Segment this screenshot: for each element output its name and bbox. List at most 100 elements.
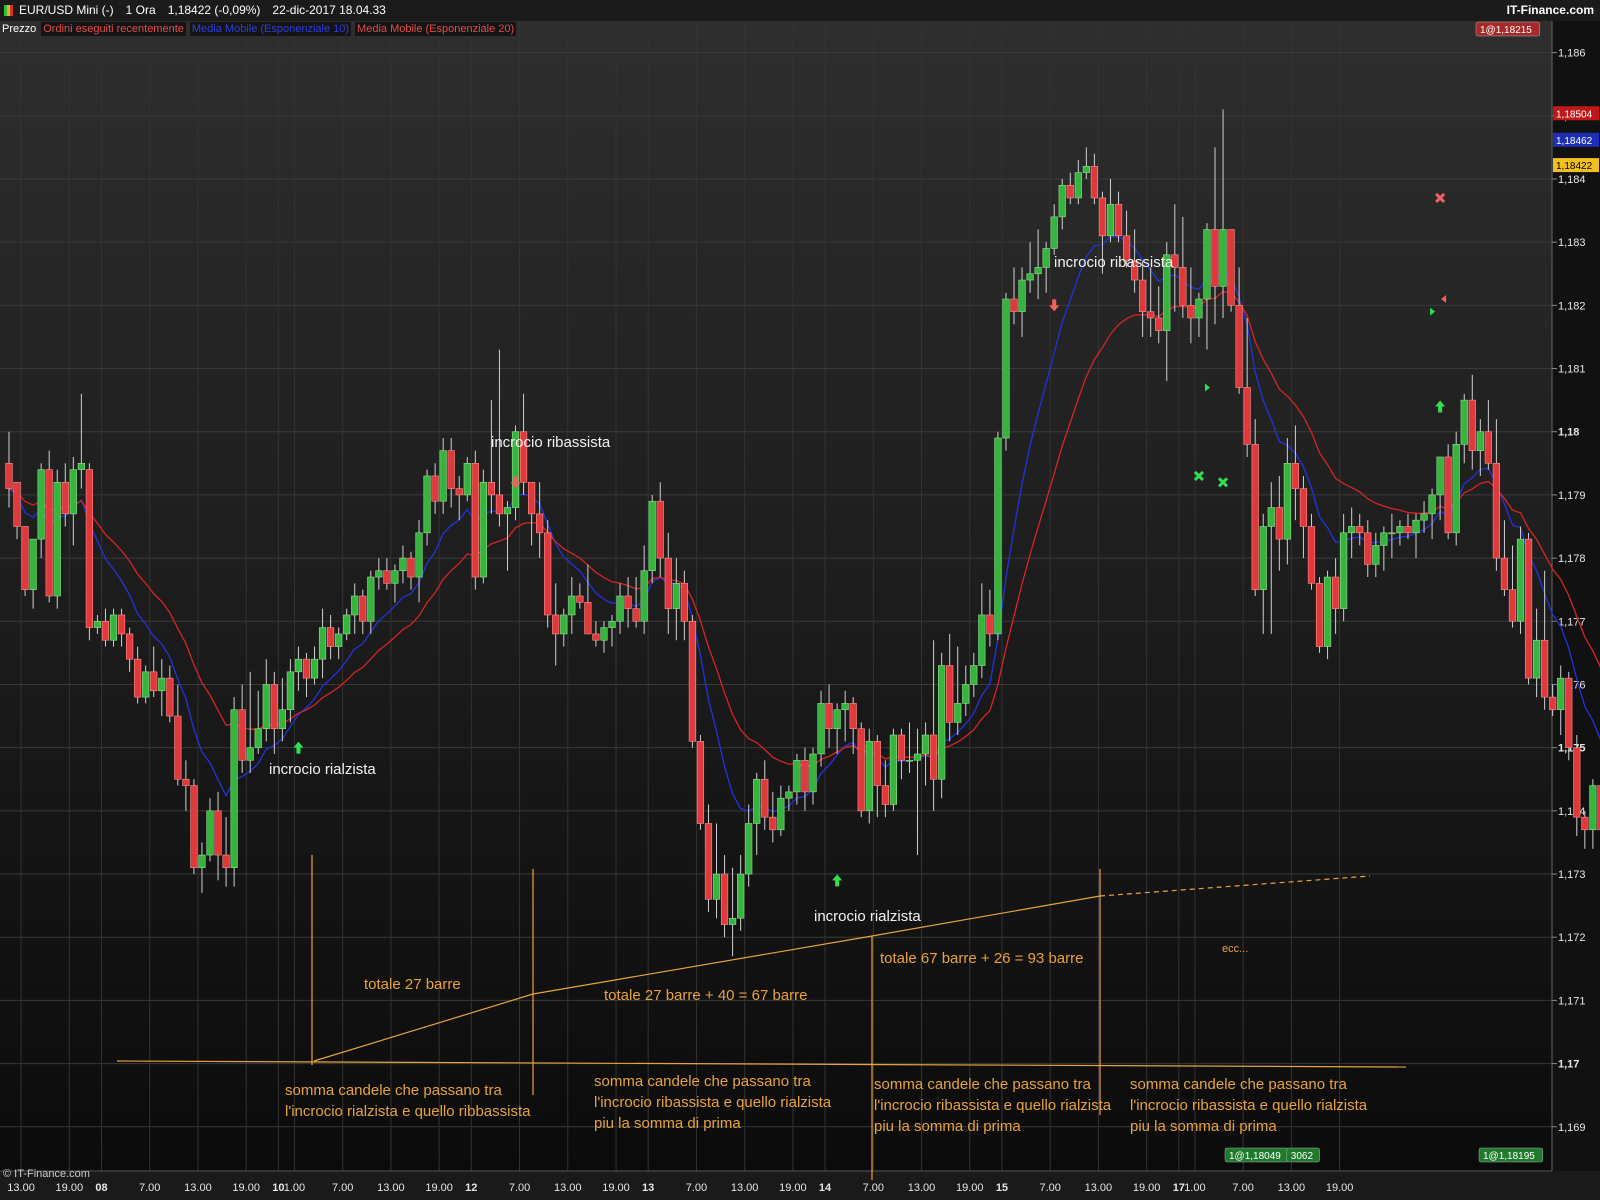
candle (857, 722, 865, 818)
candle-body (286, 671, 295, 711)
candle-body (1010, 298, 1018, 312)
x-tick-label: 19.00 (425, 1182, 453, 1194)
candle-body (552, 614, 560, 635)
candle (471, 450, 479, 590)
candle-body (479, 481, 487, 578)
annotation-note-3: somma candele che passano tra l'incrocio… (874, 1074, 1111, 1137)
candle-body (544, 532, 552, 616)
candle-body (584, 602, 592, 635)
candle-body (857, 728, 865, 812)
legend-ma-fast[interactable]: Media Mobile (Esponenziale 10) (188, 21, 353, 37)
x-tick-label: 13.00 (184, 1182, 212, 1194)
brand-logo: IT-Finance.com (1506, 3, 1594, 17)
y-tick-label: 1,173 (1558, 869, 1586, 881)
candle-body (720, 873, 729, 925)
candle-body (1364, 532, 1372, 565)
x-tick-label: 7.00 (332, 1182, 353, 1194)
candle-body (624, 595, 632, 609)
candle-body (905, 759, 914, 762)
candle (1251, 419, 1259, 596)
candle-body (1524, 538, 1533, 679)
candle-body (174, 715, 182, 780)
legend-orders[interactable]: Ordini eseguiti recentemente (40, 21, 187, 37)
copyright: © IT-Finance.com (3, 1168, 90, 1180)
candle (1444, 444, 1452, 540)
candle-body (793, 759, 801, 793)
candle-body (769, 816, 777, 831)
candle-body (1090, 166, 1098, 199)
candle-body (495, 494, 504, 515)
candle (544, 520, 552, 628)
candle-body (1291, 463, 1299, 489)
candle (938, 652, 946, 799)
note-3-line: somma candele che passano tra (874, 1076, 1091, 1093)
timeframe[interactable]: 1 Ora (126, 3, 156, 17)
candle-body (970, 665, 978, 685)
candle-body (921, 734, 930, 755)
instrument-name[interactable]: EUR/USD Mini (-) (19, 3, 114, 17)
candle-body (881, 785, 889, 805)
candle-body (1066, 184, 1074, 199)
candle-body (343, 614, 351, 635)
candle-body (1404, 526, 1412, 534)
y-tick-label: 1,183 (1558, 237, 1586, 249)
y-tick-label: 1,17 (1558, 1059, 1579, 1071)
candle-body (728, 917, 737, 925)
candle-body (809, 753, 817, 793)
candle-body (1420, 513, 1428, 521)
candle-body (471, 463, 479, 578)
price-label-text: 1,18462 (1556, 136, 1593, 147)
candle-body (1348, 526, 1356, 534)
candle (479, 469, 487, 584)
candle-body (1002, 298, 1010, 439)
x-tick-label: 7.00 (1039, 1182, 1060, 1194)
candle-body (865, 741, 873, 812)
candlestick-chart[interactable]: 1,1861,1851,1841,1831,1821,1811,181,1791… (0, 21, 1600, 1200)
candle-body (640, 570, 648, 622)
candle-body (527, 481, 536, 515)
candle-body (463, 463, 471, 496)
note-4-line: piu la somma di prima (1130, 1118, 1277, 1135)
candle-body (1565, 677, 1573, 748)
x-tick-label: 19.00 (232, 1182, 260, 1194)
candle-body (206, 810, 214, 856)
x-tick-label: 13 (642, 1182, 654, 1194)
x-tick-label: 7.00 (139, 1182, 160, 1194)
price-change: 1,18422 (-0,09%) (167, 3, 261, 17)
y-tick-label: 1,177 (1558, 616, 1586, 628)
candle-body (656, 500, 664, 559)
candle-body (423, 475, 431, 534)
candle-body (672, 583, 680, 609)
y-tick-label: 1,174 (1558, 806, 1586, 818)
x-tick-label: 19.00 (1133, 1182, 1161, 1194)
x-tick-label: 15 (996, 1182, 1008, 1194)
candle-body (415, 532, 423, 578)
price-label-text: 1,18504 (1556, 109, 1593, 120)
legend-price[interactable]: Prezzo (0, 22, 38, 36)
candle-body (335, 633, 343, 647)
candle-body (1179, 267, 1187, 306)
legend-ma-slow[interactable]: Media Mobile (Esponenziale 20) (354, 21, 518, 37)
annotation-note-2: somma candele che passano tra l'incrocio… (594, 1071, 831, 1134)
candle-body (1460, 399, 1468, 445)
candle-body (568, 595, 576, 616)
x-tick-label: 13.00 (908, 1182, 936, 1194)
candle-body (833, 709, 841, 729)
candle-body (1372, 545, 1380, 565)
note-3-line: l'incrocio ribassista e quello rialzista (874, 1097, 1112, 1114)
candle-body (214, 810, 222, 856)
x-tick-label: 08 (95, 1182, 107, 1194)
candle-body (745, 823, 753, 875)
candle-body (391, 570, 399, 584)
candle (53, 469, 61, 609)
candle-body (978, 614, 986, 666)
candle-body (954, 703, 962, 723)
candle-body (1468, 399, 1476, 451)
candle-body (1267, 507, 1275, 527)
candle-body (13, 481, 21, 527)
candle-body (1307, 526, 1316, 584)
candle-body (455, 488, 463, 496)
candle-body (45, 469, 53, 597)
candle-body (359, 595, 367, 622)
candle-body (262, 684, 270, 729)
